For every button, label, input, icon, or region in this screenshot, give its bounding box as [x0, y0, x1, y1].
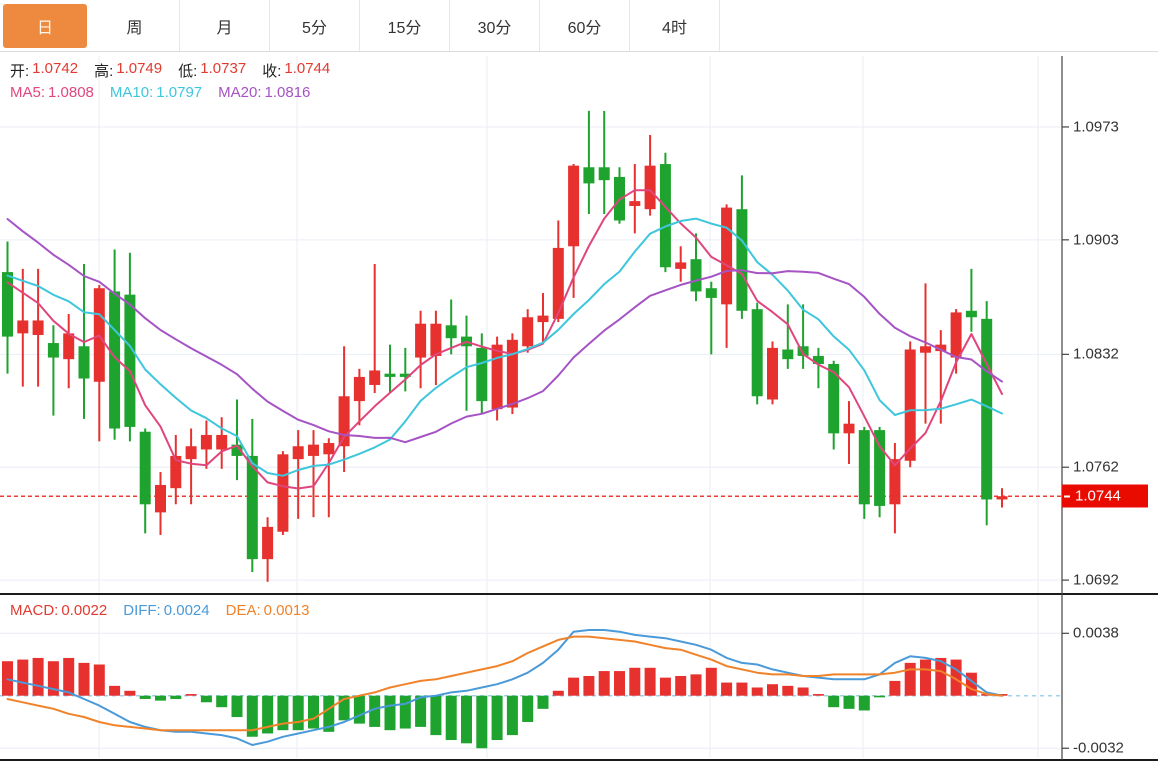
open-value: 1.0742 — [32, 60, 79, 77]
tab-daily-label: 日 — [3, 3, 87, 48]
price-tick-5: 1.0692 — [1073, 571, 1119, 589]
tab-60min[interactable]: 60分 — [540, 0, 630, 51]
ma10-label: MA10: — [109, 84, 154, 101]
macd-readout: MACD: 0.0022 DIFF: 0.0024 DEA: 0.0013 — [10, 602, 326, 619]
macd-tick-2: -0.0032 — [1073, 739, 1124, 757]
diff-value: 0.0024 — [163, 602, 210, 619]
tab-30min[interactable]: 30分 — [450, 0, 540, 51]
tab-30min-label: 30分 — [477, 19, 512, 37]
price-tick-4: 1.0762 — [1073, 458, 1119, 476]
macd-label: MACD: — [10, 602, 59, 619]
ma20-value: 1.0816 — [264, 84, 311, 101]
dea-value: 0.0013 — [263, 602, 310, 619]
tab-daily[interactable]: 日 — [0, 0, 90, 51]
interval-tabbar: 日 周 月 5分 15分 30分 60分 4时 — [0, 0, 1158, 52]
kline-canvas — [0, 56, 1158, 761]
price-tick-3: 1.0832 — [1073, 345, 1119, 363]
low-value: 1.0737 — [200, 60, 247, 77]
ma-readout: MA5: 1.0808 MA10: 1.0797 MA20: 1.0816 — [10, 84, 326, 101]
macd-tick-1: 0.0038 — [1073, 624, 1119, 642]
chart-area[interactable]: 开: 1.0742 高: 1.0749 低: 1.0737 收: 1.0744 MA5:… — [0, 51, 1158, 766]
ma5-label: MA5: — [10, 84, 46, 101]
high-value: 1.0749 — [116, 60, 163, 77]
last-price-tag: 1.0744 — [1062, 484, 1148, 508]
dea-label: DEA: — [225, 602, 261, 619]
tab-15min[interactable]: 15分 — [360, 0, 450, 51]
price-tick-1: 1.0973 — [1073, 118, 1119, 136]
ma5-value: 1.0808 — [48, 84, 94, 101]
low-label: 低: — [178, 63, 198, 80]
macd-value: 0.0022 — [61, 602, 108, 619]
tab-5min-label: 5分 — [302, 19, 327, 37]
tab-weekly-label: 周 — [126, 19, 143, 37]
diff-label: DIFF: — [123, 602, 161, 619]
price-tick-2: 1.0903 — [1073, 231, 1119, 249]
tab-5min[interactable]: 5分 — [270, 0, 360, 51]
close-label: 收: — [262, 63, 282, 80]
tab-weekly[interactable]: 周 — [90, 0, 180, 51]
kline-chart-app: 日 周 月 5分 15分 30分 60分 4时 开: 1.0742 高: 1.074… — [0, 0, 1158, 766]
tab-4hour[interactable]: 4时 — [630, 0, 720, 51]
close-value: 1.0744 — [284, 60, 331, 77]
ohlc-readout: 开: 1.0742 高: 1.0749 低: 1.0737 收: 1.0744 — [10, 60, 346, 81]
tab-monthly-label: 月 — [216, 19, 233, 37]
last-price-tag-label: 1.0744 — [1075, 487, 1121, 505]
tab-monthly[interactable]: 月 — [180, 0, 270, 51]
tab-15min-label: 15分 — [387, 19, 422, 37]
ma10-value: 1.0797 — [156, 84, 203, 101]
open-label: 开: — [10, 63, 30, 80]
high-label: 高: — [94, 63, 114, 80]
tab-60min-label: 60分 — [567, 19, 602, 37]
tab-4hour-label: 4时 — [662, 19, 687, 37]
ma20-label: MA20: — [218, 84, 262, 101]
